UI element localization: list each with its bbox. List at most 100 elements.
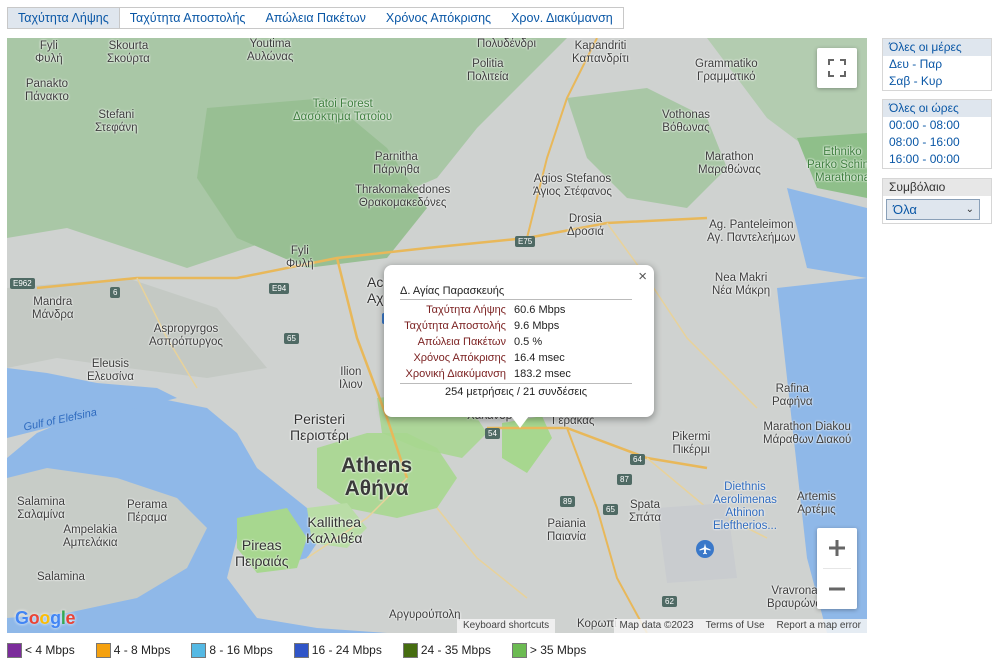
info-value: 16.4 msec: [514, 352, 565, 364]
map-label: Αργυρούπολη: [389, 609, 461, 621]
legend-item: 24 - 35 Mbps: [402, 642, 491, 658]
tab-packet-loss[interactable]: Απώλεια Πακέτων: [255, 8, 375, 28]
map-label: Parnitha Πάρνηθα: [373, 151, 420, 176]
map-label: Artemis Αρτέμις: [797, 491, 836, 516]
legend-swatch: [511, 642, 527, 658]
tab-upload-speed[interactable]: Ταχύτητα Αποστολής: [120, 8, 256, 28]
tab-download-speed[interactable]: Ταχύτητα Λήψης: [8, 8, 120, 28]
map-label: Πολυδένδρι: [477, 38, 537, 50]
info-value: 183.2 msec: [514, 368, 571, 380]
days-filter: Όλες οι μέρες Δευ - Παρ Σαβ - Κυρ: [882, 38, 992, 91]
map-label: Ilion Ιλιον: [339, 366, 363, 391]
map-data-text: Map data ©2023: [619, 620, 694, 631]
map-label: Fyli Φυλή: [35, 40, 63, 65]
terms-of-use-link[interactable]: Terms of Use: [700, 619, 771, 633]
report-map-error-link[interactable]: Report a map error: [771, 619, 867, 633]
hours-filter-day[interactable]: 08:00 - 16:00: [883, 134, 991, 151]
days-filter-all[interactable]: Όλες οι μέρες: [883, 39, 991, 56]
route-shield: E94: [269, 283, 290, 294]
map-label: Politia Πολιτεία: [467, 58, 509, 83]
legend-swatch: [95, 642, 111, 658]
map-label: Stefani Στεφάνη: [95, 109, 138, 134]
map-label: Kallithea Καλλιθέα: [306, 514, 363, 546]
legend-swatch: [402, 642, 418, 658]
legend-item: < 4 Mbps: [7, 642, 75, 658]
map-label: EthnikoParko SchiniaMarathona: [807, 146, 867, 184]
zoom-out-button[interactable]: [817, 569, 857, 609]
fullscreen-button[interactable]: [817, 48, 857, 88]
route-shield: 65: [284, 333, 299, 344]
fullscreen-icon: [828, 59, 846, 77]
map-label: Ag. Panteleimon Αγ. Παντελεήμων: [707, 219, 796, 244]
map-label: Nea Makri Νέα Μάκρη: [712, 272, 771, 297]
map-label: Ampelakia Αμπελάκια: [63, 524, 118, 549]
map-label: Mandra Μάνδρα: [32, 296, 74, 321]
map-label: Paiania Παιανία: [547, 518, 587, 543]
hours-filter-night[interactable]: 00:00 - 08:00: [883, 117, 991, 134]
contract-select-value: Όλα: [893, 202, 917, 217]
map-label: Thrakomakedones Θρακομακεδόνες: [355, 184, 451, 209]
legend-swatch: [7, 642, 22, 658]
map-label: Drosia Δροσιά: [567, 213, 604, 238]
legend-swatch: [191, 642, 207, 658]
info-row: Χρονική Διακύμανση 183.2 msec: [404, 366, 571, 382]
info-table: Ταχύτητα Λήψης 60.6 Mbps Ταχύτητα Αποστολ…: [404, 302, 571, 382]
info-label: Απώλεια Πακέτων: [417, 336, 506, 348]
route-shield: 54: [485, 428, 500, 439]
plus-icon: [829, 540, 845, 556]
map-label: Rafina Ραφήνα: [772, 383, 813, 408]
map-label: Panakto Πάνακτο: [25, 78, 69, 103]
map-label: Skourta Σκούρτα: [107, 40, 150, 65]
legend-item: > 35 Mbps: [511, 642, 586, 658]
legend-item: 4 - 8 Mbps: [95, 642, 170, 658]
map-label: Grammatiko Γραμματικό: [695, 58, 758, 83]
legend-label: < 4 Mbps: [25, 643, 75, 657]
info-value: 0.5 %: [514, 336, 543, 348]
hours-filter-evening[interactable]: 16:00 - 00:00: [883, 151, 991, 168]
map-label: Κορωπί: [577, 618, 617, 630]
info-label: Ταχύτητα Αποστολής: [404, 320, 506, 332]
map-label: Marathon Μαραθώνας: [698, 151, 761, 176]
days-filter-weekdays[interactable]: Δευ - Παρ: [883, 56, 991, 73]
info-label: Χρονική Διακύμανση: [405, 368, 507, 380]
days-filter-weekend[interactable]: Σαβ - Κυρ: [883, 73, 991, 90]
info-row: Χρόνος Απόκρισης 16.4 msec: [404, 350, 571, 366]
map-label: Fyli Φυλή: [286, 245, 314, 270]
info-label: Χρόνος Απόκρισης: [413, 352, 506, 364]
close-icon[interactable]: ×: [638, 268, 647, 285]
map-label-athens: Athens Αθήνα: [341, 454, 413, 500]
map-attribution: Map data ©2023 Terms of Use Report a map…: [613, 619, 867, 633]
hours-filter: Όλες οι ώρες 00:00 - 08:00 08:00 - 16:00…: [882, 99, 992, 169]
map-label: Youtima Αυλώνας: [247, 38, 294, 63]
map-label: Tatoi Forest Δασόκτημα Τατοΐου: [293, 98, 393, 123]
legend-label: 8 - 16 Mbps: [209, 643, 273, 657]
contract-filter: Συμβόλαιο Όλα ⌄: [882, 178, 992, 224]
info-title: Δ. Αγίας Παρασκευής: [400, 285, 632, 300]
route-shield: 64: [630, 454, 645, 465]
info-value: 9.6 Mbps: [514, 320, 560, 332]
map-canvas[interactable]: Fyli Φυλή Skourta Σκούρτα Youtima Αυλώνας K…: [7, 38, 867, 633]
metric-tabs: Ταχύτητα Λήψης Ταχύτητα Αποστολής Απώλει…: [7, 7, 624, 29]
zoom-in-button[interactable]: [817, 528, 857, 568]
map-label: Spata Σπάτα: [629, 499, 662, 524]
map-label: Marathon Diakou Μάραθων Διακού: [763, 421, 852, 446]
minus-icon: [829, 587, 845, 591]
map-label: Salamina Σαλαμίνα: [17, 496, 65, 521]
speed-legend: < 4 Mbps 4 - 8 Mbps 8 - 16 Mbps 16 - 24 …: [7, 641, 607, 659]
info-footer: 254 μετρήσεις / 21 συνδέσεις: [400, 383, 632, 398]
map-label: Perama Πέραμα: [127, 499, 168, 524]
keyboard-shortcuts-link[interactable]: Keyboard shortcuts: [457, 619, 556, 633]
tab-response-time[interactable]: Χρόνος Απόκρισης: [376, 8, 501, 28]
airplane-icon: [696, 540, 714, 558]
contract-select[interactable]: Όλα ⌄: [886, 199, 980, 220]
hours-filter-all[interactable]: Όλες οι ώρες: [883, 100, 991, 117]
info-value: 60.6 Mbps: [514, 304, 566, 316]
map-label: Pireas Πειραιάς: [235, 537, 289, 569]
route-shield: 65: [603, 504, 618, 515]
info-row: Ταχύτητα Αποστολής 9.6 Mbps: [404, 318, 571, 334]
google-logo: Google: [15, 608, 76, 628]
route-shield: 87: [617, 474, 632, 485]
chevron-down-icon: ⌄: [965, 204, 974, 215]
info-row: Απώλεια Πακέτων 0.5 %: [404, 334, 571, 350]
tab-jitter[interactable]: Χρον. Διακύμανση: [501, 8, 623, 28]
